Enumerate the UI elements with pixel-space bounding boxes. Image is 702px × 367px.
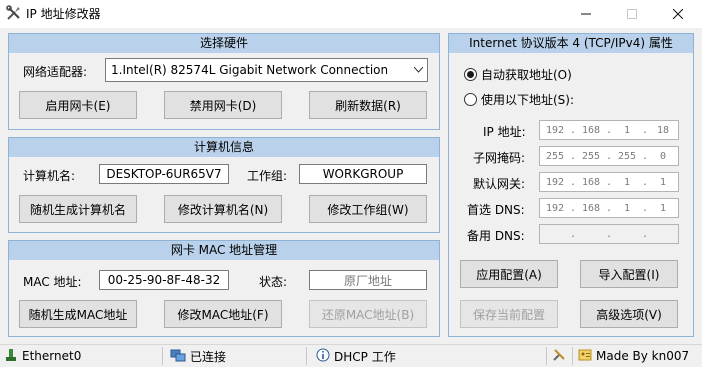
dns1-label: 首选 DNS: — [467, 203, 525, 217]
mac-label: MAC 地址: — [23, 275, 82, 289]
chevron-down-icon — [409, 59, 427, 81]
status-connection: 已连接 — [170, 345, 226, 367]
status-separator — [546, 347, 547, 365]
refresh-data-button[interactable]: 刷新数据(R) — [309, 91, 427, 119]
subnet-mask-field[interactable]: 255. 255. 255. 0 — [539, 146, 679, 166]
status-separator — [572, 347, 573, 365]
computer-name-field[interactable]: DESKTOP-6UR65V7 — [99, 164, 229, 184]
info-icon — [316, 348, 330, 365]
status-bar: Ethernet0 已连接 DHCP 工作 Made By kn007 — [0, 344, 702, 367]
change-mac-button[interactable]: 修改MAC地址(F) — [164, 300, 282, 328]
change-workgroup-button[interactable]: 修改工作组(W) — [309, 195, 427, 223]
import-config-button[interactable]: 导入配置(I) — [580, 260, 678, 288]
manual-address-label: 使用以下地址(S): — [481, 93, 575, 107]
maximize-button[interactable] — [609, 0, 655, 28]
gateway-field[interactable]: 192. 168. 1. 1 — [539, 172, 679, 192]
status-credit-text: Made By kn007 — [596, 349, 690, 363]
restore-mac-button[interactable]: 还原MAC地址(B) — [309, 300, 427, 328]
mac-status-label: 状态: — [259, 275, 288, 289]
status-author: Made By kn007 — [578, 345, 689, 367]
hardware-panel: 选择硬件 网络适配器: 1.Intel(R) 82574L Gigabit Ne… — [8, 33, 440, 130]
minimize-icon — [581, 13, 591, 15]
hardware-panel-header: 选择硬件 — [9, 34, 439, 53]
status-credit — [552, 345, 566, 367]
rename-computer-button[interactable]: 修改计算机名(N) — [164, 195, 282, 223]
ip-address-field[interactable]: 192. 168. 1. 18 — [539, 120, 679, 140]
computer-name-label: 计算机名: — [23, 169, 76, 183]
status-adapter-name: Ethernet0 — [22, 349, 82, 363]
adapter-label: 网络适配器: — [23, 65, 88, 79]
dns2-label: 备用 DNS: — [467, 229, 525, 243]
status-adapter: Ethernet0 — [4, 345, 81, 367]
save-config-button[interactable]: 保存当前配置 — [460, 300, 558, 328]
auto-address-label: 自动获取地址(O) — [481, 68, 572, 82]
advanced-options-button[interactable]: 高级选项(V) — [580, 300, 678, 328]
mac-panel: 网卡 MAC 地址管理 MAC 地址: 00-25-90-8F-48-32 状态… — [8, 240, 440, 337]
workgroup-label: 工作组: — [247, 169, 288, 183]
radio-selected-icon — [464, 68, 477, 81]
gateway-label: 默认网关: — [473, 177, 526, 191]
random-computer-name-button[interactable]: 随机生成计算机名 — [19, 195, 137, 223]
dns1-field[interactable]: 192. 168. 1. 1 — [539, 198, 679, 218]
ipv4-panel: Internet 协议版本 4 (TCP/IPv4) 属性 自动获取地址(O) … — [448, 33, 694, 337]
status-separator — [306, 347, 307, 365]
connected-network-icon — [170, 348, 186, 365]
random-mac-button[interactable]: 随机生成MAC地址 — [19, 300, 137, 328]
auto-address-radio[interactable]: 自动获取地址(O) — [464, 66, 572, 83]
workgroup-field[interactable]: WORKGROUP — [299, 164, 427, 184]
window-title: IP 地址修改器 — [26, 7, 101, 21]
maximize-icon — [627, 9, 637, 19]
minimize-button[interactable] — [563, 0, 609, 28]
apply-config-button[interactable]: 应用配置(A) — [460, 260, 558, 288]
manual-address-radio[interactable]: 使用以下地址(S): — [464, 91, 574, 108]
ipv4-panel-header: Internet 协议版本 4 (TCP/IPv4) 属性 — [449, 34, 693, 53]
network-adapter-icon — [4, 348, 18, 365]
mac-address-field[interactable]: 00-25-90-8F-48-32 — [99, 270, 229, 290]
status-separator — [162, 347, 163, 365]
enable-adapter-button[interactable]: 启用网卡(E) — [19, 91, 137, 119]
computer-panel-header: 计算机信息 — [9, 138, 439, 157]
mac-panel-header: 网卡 MAC 地址管理 — [9, 241, 439, 260]
title-bar: IP 地址修改器 — [0, 0, 702, 28]
close-button[interactable] — [655, 0, 701, 28]
ip-label: IP 地址: — [483, 125, 526, 139]
computer-panel: 计算机信息 计算机名: DESKTOP-6UR65V7 工作组: WORKGRO… — [8, 137, 440, 233]
radio-unselected-icon — [464, 93, 477, 106]
disable-adapter-button[interactable]: 禁用网卡(D) — [164, 91, 282, 119]
status-connection-text: 已连接 — [190, 349, 227, 364]
tools-icon — [6, 5, 22, 21]
status-mode: DHCP 工作 — [316, 345, 396, 367]
adapter-select[interactable]: 1.Intel(R) 82574L Gigabit Network Connec… — [105, 58, 428, 82]
user-icon — [578, 348, 592, 365]
tools-icon — [552, 348, 566, 365]
status-mode-text: DHCP 工作 — [334, 349, 396, 364]
mac-status-field: 原厂地址 — [309, 270, 427, 290]
adapter-select-value: 1.Intel(R) 82574L Gigabit Network Connec… — [111, 63, 389, 77]
close-icon — [673, 9, 683, 19]
subnet-mask-label: 子网掩码: — [473, 151, 526, 165]
dns2-field[interactable]: ... — [539, 224, 679, 244]
